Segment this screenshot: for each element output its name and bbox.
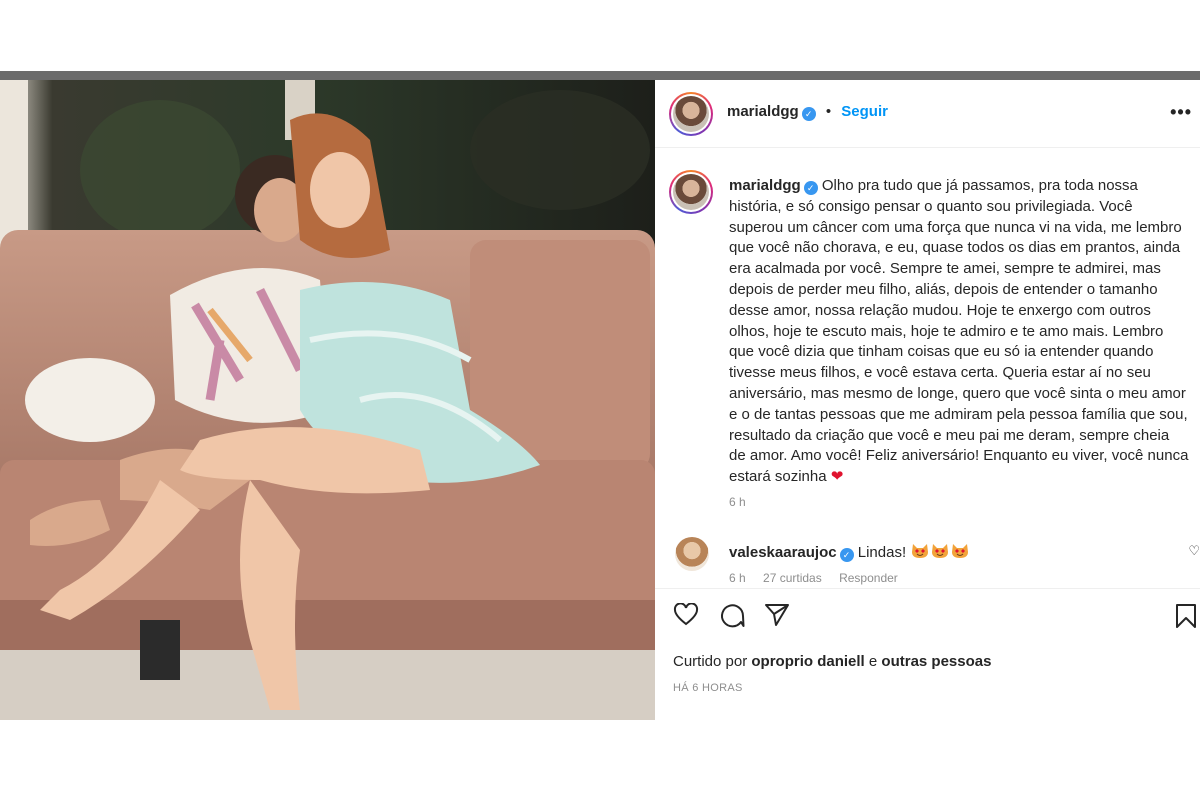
liked-by-others[interactable]: outras pessoas (881, 653, 991, 670)
post-header: marialdgg ✓ • Seguir ••• (655, 80, 1200, 148)
verified-badge-icon: ✓ (839, 548, 854, 562)
liked-by-summary: Curtido por oproprio daniell e outras pe… (673, 653, 991, 670)
heart-eyes-cat-emoji (912, 544, 929, 558)
comment-meta: 6 h 27 curtidas Responder (729, 571, 912, 585)
share-icon[interactable] (764, 603, 790, 627)
caption-author-avatar[interactable] (669, 170, 713, 214)
reply-button[interactable]: Responder (839, 571, 898, 585)
heart-eyes-cat-emoji (952, 544, 969, 558)
comment-likes[interactable]: 27 curtidas (763, 571, 822, 585)
heart-outline-icon[interactable] (673, 603, 699, 627)
post-photo[interactable] (0, 80, 655, 720)
post-details-panel: marialdgg ✓ • Seguir ••• marialdgg ✓ Olho … (655, 80, 1200, 720)
post-caption: marialdgg ✓ Olho pra tudo que já passamos… (729, 176, 1189, 488)
caption-time[interactable]: 6 h (729, 495, 746, 509)
post-actions: Curtido por oproprio daniell e outras pe… (655, 588, 1200, 720)
commenter-avatar[interactable] (675, 537, 709, 571)
caption-body: Olho pra tudo que já passamos, pra toda … (729, 177, 1189, 486)
liked-by-conjunction: e (868, 653, 878, 670)
photo-illustration (0, 80, 655, 720)
red-heart-emoji: ❤ (830, 468, 844, 486)
comment-item: valeskaaraujoc ✓ Lindas! 6 h 27 curtidas … (655, 535, 1200, 590)
caption-username[interactable]: marialdgg (729, 177, 801, 194)
follow-button[interactable]: Seguir (841, 103, 888, 120)
author-username[interactable]: marialdgg (727, 103, 799, 120)
liked-by-user[interactable]: oproprio daniell (751, 653, 864, 670)
author-avatar[interactable] (669, 92, 713, 136)
header-author-row: marialdgg ✓ • Seguir (727, 103, 888, 121)
comment-text: Lindas! (857, 544, 907, 561)
commenter-username[interactable]: valeskaaraujoc (729, 544, 837, 561)
comment-like-icon[interactable]: ♡ (1188, 543, 1200, 559)
separator-dot: • (825, 103, 832, 120)
comment-icon[interactable] (719, 603, 745, 629)
liked-by-prefix: Curtido por (673, 653, 748, 670)
verified-badge-icon: ✓ (801, 107, 816, 121)
bookmark-icon[interactable] (1175, 603, 1197, 629)
more-options-icon[interactable]: ••• (1170, 102, 1192, 123)
verified-badge-icon: ✓ (803, 181, 818, 195)
browser-top-strip (0, 71, 1200, 80)
comment-row: valeskaaraujoc ✓ Lindas! (729, 543, 970, 562)
heart-eyes-cat-emoji (932, 544, 949, 558)
post-timestamp[interactable]: HÁ 6 HORAS (673, 682, 743, 694)
comment-time[interactable]: 6 h (729, 571, 746, 585)
